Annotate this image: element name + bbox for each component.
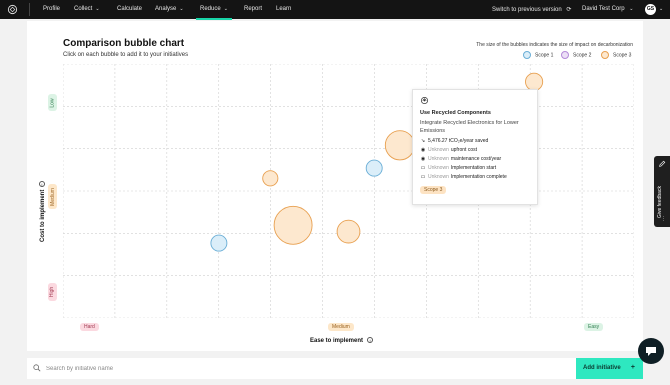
y-level-medium: Medium	[48, 184, 57, 209]
chevron-down-icon: ⌄	[95, 6, 100, 12]
chevron-down-icon: ⌄	[179, 6, 184, 12]
calendar-icon: ▭	[420, 165, 426, 171]
bubble-4[interactable]	[262, 170, 279, 187]
give-feedback-label: Give feedback	[657, 186, 663, 218]
tooltip-implementation-start: ▭ Unknown Implementation start	[420, 165, 497, 171]
nav-item-report[interactable]: Report	[244, 6, 262, 12]
nav-item-calculate[interactable]: Calculate	[117, 6, 142, 12]
bubble-7[interactable]	[210, 234, 228, 252]
nav-item-reduce[interactable]: Reduce ⌄	[196, 6, 232, 20]
tooltip-implementation-complete: ▭ Unknown Implementation complete	[420, 174, 507, 180]
recycle-icon	[420, 96, 429, 105]
bubble-plot	[63, 64, 634, 318]
x-level-hard: Hard	[80, 323, 99, 331]
add-initiative-button[interactable]: Add initiative +	[576, 358, 643, 379]
bubble-2[interactable]	[384, 130, 415, 161]
nav-item-learn[interactable]: Learn	[276, 6, 291, 12]
chevron-down-icon: ⌄	[629, 6, 634, 12]
chevron-down-icon[interactable]: ⌄	[659, 6, 663, 12]
initiative-search-bar: Add initiative +	[27, 358, 643, 379]
x-axis-title: Ease to implement i	[310, 337, 374, 344]
page-title: Comparison bubble chart	[63, 38, 185, 49]
top-nav: Profile Collect ⌄ Calculate Analyse ⌄ Redu…	[0, 0, 670, 20]
scope-badge: Scope 3	[420, 186, 447, 194]
legend-item-scope-1: Scope 1	[523, 51, 553, 59]
x-level-easy: Easy	[584, 323, 604, 331]
money-icon: ◉	[420, 156, 426, 162]
chat-button[interactable]	[638, 338, 664, 364]
tooltip-description: Integrate Recycled Electronics for Lower…	[420, 120, 519, 134]
plus-icon: +	[630, 364, 635, 371]
legend-item-scope-3: Scope 3	[601, 51, 631, 59]
app-logo-icon[interactable]	[7, 4, 18, 15]
info-icon[interactable]: i	[367, 337, 374, 343]
calendar-icon: ▭	[420, 174, 426, 180]
nav-item-collect[interactable]: Collect ⌄	[74, 6, 100, 12]
nav-item-analyse[interactable]: Analyse ⌄	[155, 6, 184, 12]
avatar[interactable]: GS	[645, 4, 656, 15]
trend-down-icon: ↘	[420, 138, 426, 144]
search-icon	[33, 364, 41, 372]
scope-2-dot-icon	[561, 51, 569, 59]
bubble-plot-svg	[63, 64, 634, 318]
chart-subtitle: Click on each bubble to add it to your i…	[63, 52, 189, 58]
bubble-1[interactable]	[525, 72, 544, 91]
tooltip-title: Use Recycled Components	[420, 110, 491, 116]
bubble-5[interactable]	[273, 205, 313, 245]
bubble-3[interactable]	[365, 159, 383, 177]
nav-divider	[29, 3, 30, 16]
give-feedback-tab[interactable]: Give feedback ⋮	[654, 156, 670, 227]
search-input[interactable]	[46, 362, 546, 375]
y-level-low: Low	[48, 94, 57, 111]
money-icon: ◉	[420, 147, 426, 153]
refresh-icon: ⟳	[566, 7, 572, 13]
chevron-down-icon: ⌄	[223, 6, 228, 12]
nav-item-profile[interactable]: Profile	[43, 6, 60, 12]
company-selector[interactable]: David Test Corp ⌄	[582, 6, 633, 12]
initiative-tooltip: Use Recycled Components Integrate Recycl…	[412, 89, 538, 205]
y-axis-title: Cost to implementi	[39, 180, 46, 242]
scope-3-dot-icon	[601, 51, 609, 59]
tooltip-savings: ↘ 5,476.27 tCO₂e/year saved	[420, 138, 489, 144]
more-icon: ⋮	[661, 216, 666, 222]
tooltip-upfront-cost: ◉ Unknown upfront cost	[420, 147, 477, 153]
switch-version-link[interactable]: Switch to previous version ⟳	[492, 6, 571, 13]
scope-1-dot-icon	[523, 51, 531, 59]
tooltip-maintenance-cost: ◉ Unknown maintenance cost/year	[420, 156, 502, 162]
y-level-high: High	[48, 283, 57, 301]
edit-icon	[659, 160, 666, 167]
legend-item-scope-2: Scope 2	[561, 51, 591, 59]
bubble-6[interactable]	[336, 219, 361, 244]
chat-icon	[646, 347, 656, 356]
info-icon[interactable]: i	[39, 180, 45, 187]
chart-card: Comparison bubble chart Click on each bu…	[27, 21, 643, 351]
legend-note: The size of the bubbles indicates the si…	[476, 42, 633, 48]
x-level-medium: Medium	[328, 323, 354, 331]
